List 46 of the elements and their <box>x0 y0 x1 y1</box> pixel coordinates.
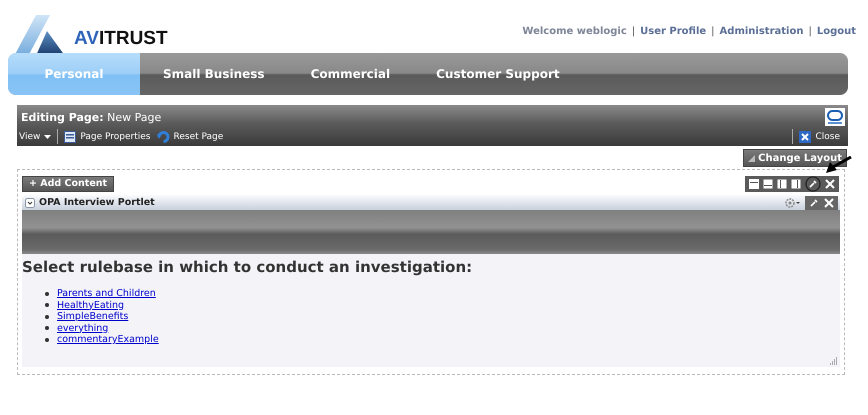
nav-tab[interactable]: Commercial <box>288 53 414 95</box>
rulebase-link[interactable]: everything <box>57 322 108 334</box>
welcome-text: Welcome weblogic <box>522 26 627 37</box>
close-icon[interactable] <box>824 198 834 208</box>
change-layout-button[interactable]: Change Layout <box>743 149 847 167</box>
rulebase-link[interactable]: SimpleBenefits <box>57 311 128 322</box>
close-icon <box>799 130 812 142</box>
form-icon <box>64 130 76 142</box>
corner-icon <box>748 154 756 162</box>
close-icon[interactable] <box>825 178 835 188</box>
toolbar-button[interactable]: Page Properties <box>64 130 150 142</box>
bullet-icon <box>45 303 49 308</box>
logo-text: AVITRUST <box>74 28 168 50</box>
gear-icon[interactable] <box>785 198 801 208</box>
bullet-icon <box>45 338 49 342</box>
close-button[interactable]: Close <box>799 130 840 142</box>
layout-icon[interactable] <box>763 178 773 188</box>
separator: | <box>632 26 636 37</box>
header-link[interactable]: User Profile <box>640 26 706 37</box>
separator: | <box>711 26 715 37</box>
rulebase-link[interactable]: commentaryExample <box>57 334 159 346</box>
caret-icon <box>44 134 52 138</box>
heading: Select rulebase in which to conduct an investigation: <box>22 258 474 276</box>
collapse-icon[interactable] <box>25 198 35 208</box>
view-menu[interactable]: View <box>19 132 52 142</box>
layout-icon[interactable] <box>749 178 759 188</box>
rulebase-link[interactable]: HealthyEating <box>57 300 124 311</box>
bullet-icon <box>45 326 49 330</box>
layout-icon[interactable] <box>791 178 801 188</box>
portlet-title: OPA Interview Portlet <box>39 197 155 208</box>
nav-tab[interactable]: Small Business <box>140 53 288 95</box>
toolbar-button[interactable]: Reset Page <box>156 130 224 142</box>
bullet-icon <box>45 292 49 296</box>
layout-icon[interactable] <box>777 178 787 188</box>
rulebase-link[interactable]: Parents and Children <box>57 288 156 300</box>
bullet-icon <box>45 314 49 319</box>
editor-title: Editing Page: New Page <box>21 110 162 124</box>
header-link[interactable]: Logout <box>816 26 856 37</box>
separator: | <box>808 26 812 37</box>
wrench-icon[interactable] <box>805 176 821 192</box>
nav-tab[interactable]: Customer Support <box>413 53 583 95</box>
header-link[interactable]: Administration <box>720 26 804 37</box>
portal-icon <box>825 108 845 126</box>
resize-grip-icon[interactable] <box>830 357 838 365</box>
undo-icon <box>156 130 170 142</box>
add-content-button[interactable]: + Add Content <box>22 176 114 192</box>
